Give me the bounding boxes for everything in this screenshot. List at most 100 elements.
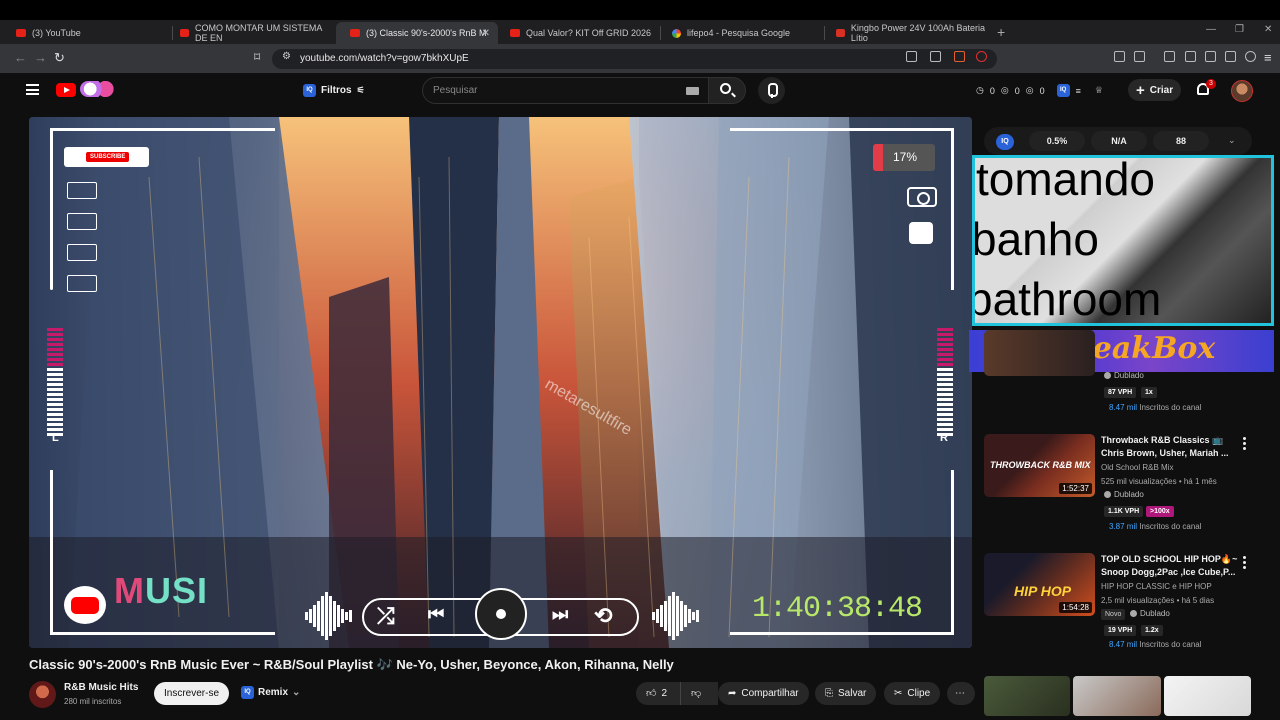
more-icon: ⋯ (955, 688, 965, 699)
frame-line (951, 470, 954, 632)
close-window-icon[interactable]: ✕ (1264, 24, 1272, 35)
remix-button[interactable]: IQ Remix ⌄ (241, 686, 300, 699)
music-extension-icon[interactable] (1164, 51, 1175, 62)
recommendation-thumbnail[interactable]: THROWBACK R&B MIX 1:52:37 (984, 434, 1095, 497)
youtube-doodle[interactable] (80, 81, 114, 97)
level-meter-bar (937, 338, 953, 341)
chevron-down-icon[interactable]: ⌄ (1228, 135, 1236, 146)
play-disc-button[interactable] (475, 588, 527, 640)
trophy-icon[interactable]: ♕ (1095, 85, 1103, 96)
tab-youtube[interactable]: (3) YouTube (2, 22, 172, 44)
youtube-icon (16, 29, 26, 37)
subscribe-button[interactable]: Inscrever-se (154, 682, 230, 705)
waveform-bar (333, 601, 336, 631)
new-tab-icon[interactable]: + (997, 24, 1005, 40)
level-meter-bar (47, 398, 63, 401)
timecode: 1:40:38:48 (752, 592, 923, 626)
tab-google-lifepo4[interactable]: lifepo4 - Pesquisa Google (658, 22, 824, 44)
recommendation-meta: 525 mil visualizações • há 1 mês (1101, 477, 1217, 486)
filters-button[interactable]: IQ Filtros ⚟ (303, 80, 365, 100)
recommendation-title[interactable]: Throwback R&B Classics 📺 Chris Brown, Us… (1101, 434, 1239, 460)
sidebar-icon[interactable] (1185, 51, 1196, 62)
recommendation-thumbnail[interactable] (984, 330, 1095, 376)
reload-icon[interactable]: ↻ (54, 50, 65, 66)
tab-como-montar[interactable]: COMO MONTAR UM SISTEMA DE EN (166, 22, 336, 44)
voice-search-icon[interactable] (758, 77, 785, 104)
cast-icon[interactable] (906, 51, 917, 62)
hamburger-menu-icon[interactable] (26, 84, 39, 95)
iq-icon[interactable]: IQ (1056, 84, 1070, 97)
share-page-icon[interactable] (930, 51, 941, 62)
vidiq-icon[interactable]: IQ (996, 134, 1014, 150)
video-player[interactable]: metaresultfire (29, 117, 972, 648)
site-info-icon[interactable]: ⚙ (282, 51, 291, 62)
shuffle-icon[interactable]: ⤮ (377, 603, 395, 629)
recommendation-thumbnail[interactable] (984, 676, 1070, 716)
percent-indicator: 17% (873, 144, 935, 171)
waveform-bar (672, 592, 675, 640)
clip-button[interactable]: ✂ Clipe (884, 682, 941, 705)
brightness-low-icon (67, 213, 97, 230)
extension-icon[interactable] (1114, 51, 1125, 62)
waveform-bar (676, 596, 679, 636)
tab-kingbo[interactable]: Kingbo Power 24V 100Ah Bateria Lítio (822, 22, 988, 44)
menu-icon[interactable]: ≡ (1264, 50, 1272, 65)
screenshot-extension-icon[interactable] (1134, 51, 1145, 62)
channel-name[interactable]: R&B Music Hits (64, 682, 138, 693)
level-meter-bar (47, 328, 63, 331)
share-button[interactable]: ➦ Compartilhar (718, 682, 809, 705)
dislike-button[interactable]: 👎︎ (680, 682, 718, 705)
channel-avatar[interactable] (29, 681, 56, 708)
title-strip (0, 0, 1280, 20)
waveform-bar (660, 605, 663, 627)
back-icon[interactable]: ← (14, 50, 27, 65)
account-avatar[interactable] (1231, 80, 1253, 102)
more-actions-button[interactable]: ⋯ (947, 682, 975, 705)
youtube-logo[interactable] (56, 83, 76, 97)
leo-icon[interactable] (1225, 51, 1236, 62)
level-meter-bar (937, 363, 953, 366)
level-meter-bar (47, 413, 63, 416)
more-options-icon[interactable] (1243, 437, 1246, 452)
level-meter-bar (937, 413, 953, 416)
list-icon[interactable]: ≡ (1076, 86, 1081, 96)
level-meter-bar (47, 378, 63, 381)
more-options-icon[interactable] (1243, 556, 1246, 571)
recommendation-channel[interactable]: Old School R&B Mix (1101, 463, 1173, 472)
level-meter-bar (937, 383, 953, 386)
subtitle-overlay: tomando banho bathroom (972, 155, 1274, 326)
google-icon (672, 28, 681, 38)
repeat-icon[interactable]: ⟲ (594, 603, 612, 629)
minimize-icon[interactable]: — (1206, 24, 1216, 35)
dubbed-icon (1104, 372, 1111, 379)
level-meter-bar (937, 393, 953, 396)
eye-icon: ◎ (1000, 85, 1009, 95)
previous-icon[interactable]: ⏮ (428, 604, 444, 625)
save-button[interactable]: ⎘ Salvar (815, 682, 877, 705)
plus-icon: + (1136, 81, 1145, 99)
warning-extension-icon[interactable] (976, 51, 987, 62)
recommendation-title[interactable]: TOP OLD SCHOOL HIP HOP🔥~ Snoop Dogg,2Pac… (1101, 553, 1239, 579)
bookmark-icon[interactable]: ⌑ (254, 50, 260, 64)
recommendation-thumbnail[interactable] (1164, 676, 1251, 716)
create-button[interactable]: + Criar (1128, 79, 1182, 101)
recommendation-thumbnail[interactable] (1073, 676, 1161, 716)
tab-qual-valor[interactable]: Qual Valor? KIT Off GRID 2026 (496, 22, 660, 44)
wallet-icon[interactable] (1205, 51, 1216, 62)
maximize-icon[interactable]: ❐ (1235, 24, 1244, 35)
recommendation-channel[interactable]: HIP HOP CLASSIC e HIP HOP (1101, 582, 1212, 591)
tab-classic-rnb[interactable]: (3) Classic 90's-2000's RnB M ✕ (336, 22, 498, 44)
level-meter-bar (937, 423, 953, 426)
vidiq-stat-na: N/A (1091, 131, 1147, 151)
next-icon[interactable]: ⏭ (552, 604, 568, 625)
level-meter-bar (47, 358, 63, 361)
forward-icon[interactable]: → (34, 50, 47, 65)
brave-shield-icon[interactable] (954, 51, 965, 62)
dubbed-label: Dublado (1104, 371, 1144, 380)
url-text[interactable]: youtube.com/watch?v=gow7bkhXUpE (300, 53, 469, 64)
close-tab-icon[interactable]: ✕ (482, 28, 490, 39)
keyboard-icon[interactable] (686, 87, 699, 95)
thumbs-up-icon: 👍︎ (646, 688, 657, 699)
vpn-icon[interactable] (1245, 51, 1256, 62)
recommendation-thumbnail[interactable]: HIP HOP 1:54:28 (984, 553, 1095, 616)
